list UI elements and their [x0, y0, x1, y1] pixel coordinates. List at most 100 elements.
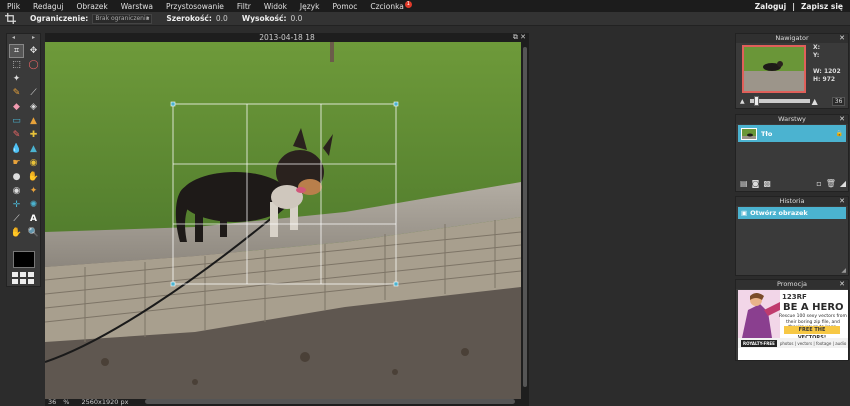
foreground-color-swatch[interactable] — [13, 251, 35, 268]
navigator-title-text: Nawigator — [775, 34, 809, 42]
constraint-select[interactable]: Brak ograniczenia ▾ — [92, 13, 153, 24]
move-tool-icon[interactable]: ✥ — [27, 45, 40, 57]
close-icon[interactable]: ✕ — [839, 197, 845, 205]
zoom-slider[interactable] — [749, 96, 810, 106]
dodge-tool-icon[interactable]: ● — [10, 171, 23, 183]
layer-style-icon[interactable]: ▩ — [763, 179, 771, 188]
zoom-tool-icon[interactable]: 🔍 — [27, 227, 40, 239]
lasso-tool-icon[interactable]: ◯ — [27, 59, 40, 71]
empty-slot — [27, 73, 40, 85]
stamp-tool-icon[interactable]: ▲ — [27, 115, 40, 127]
tool-options-bar: Ograniczenie: Brak ograniczenia ▾ Szeroko… — [0, 12, 850, 26]
image-canvas[interactable] — [45, 42, 521, 399]
spot-heal-icon[interactable]: ✦ — [27, 185, 40, 197]
width-readout-label: W: — [813, 68, 822, 75]
trash-icon[interactable]: 🗑 — [826, 179, 836, 188]
constraint-label: Ograniczenie: — [30, 14, 89, 23]
navigator-zoom-input[interactable]: 36 — [831, 96, 846, 106]
menu-view[interactable]: Widok — [257, 2, 293, 11]
burn-tool-icon[interactable]: ✋ — [27, 171, 40, 183]
width-label: Szerokość: — [166, 14, 212, 23]
layer-settings-icon[interactable]: ▤ — [740, 179, 748, 188]
layers-title: Warstwy ✕ — [736, 115, 848, 124]
restore-icon[interactable]: ⧉ — [513, 33, 518, 41]
bucket-tool-icon[interactable]: ◈ — [27, 101, 40, 113]
ad-cta-button[interactable]: FREE THE VECTORS! — [784, 326, 840, 341]
promo-panel: Promocja ✕ 123RF BE A HERO Rescue 100 sex… — [735, 279, 849, 361]
layer-item[interactable]: Tło 🔒 — [738, 125, 846, 142]
menu-image[interactable]: Obrazek — [70, 2, 114, 11]
arrow-right-icon[interactable]: ▸ — [32, 34, 35, 43]
document-title: 2013-04-18 18 — [259, 33, 315, 42]
smudge-tool-icon[interactable]: ☛ — [10, 157, 23, 169]
menu-layer[interactable]: Warstwa — [114, 2, 159, 11]
menu-file[interactable]: Plik — [0, 2, 26, 11]
menu-filter[interactable]: Filtr — [230, 2, 257, 11]
gradient-tool-icon[interactable]: ▭ — [10, 115, 23, 127]
crop-icon — [5, 13, 16, 24]
layer-mask-icon[interactable]: ◙ — [752, 179, 760, 188]
crop-tool-icon[interactable]: ⌗ — [9, 44, 24, 58]
close-icon[interactable]: ✕ — [839, 115, 845, 123]
menu-help[interactable]: Pomoc — [325, 2, 363, 11]
close-icon[interactable]: ✕ — [839, 34, 845, 42]
login-link[interactable]: Zaloguj — [752, 2, 790, 11]
brush-tool-icon[interactable]: ⟋ — [27, 87, 40, 99]
menu-adjustments[interactable]: Przystosowanie — [159, 2, 230, 11]
zoom-value[interactable]: 36 — [48, 398, 56, 406]
navigator-thumbnail[interactable] — [742, 45, 806, 93]
menu-font-label: Czcionka — [370, 1, 404, 11]
height-field[interactable]: 0.0 — [290, 14, 302, 23]
heal-tool-icon[interactable]: ✚ — [27, 129, 40, 141]
resize-icon[interactable]: ◢ — [841, 267, 846, 274]
layer-name: Tło — [761, 129, 773, 138]
text-tool-icon[interactable]: A — [27, 213, 40, 225]
width-field[interactable]: 0.0 — [216, 14, 228, 23]
ad-logo: 123RF — [782, 293, 807, 301]
zoom-in-icon[interactable]: ▲ — [812, 97, 818, 106]
navigator-title: Nawigator ✕ — [736, 34, 848, 43]
arrow-left-icon[interactable]: ◂ — [12, 34, 15, 43]
signup-link[interactable]: Zapisz się — [798, 2, 846, 11]
navigator-info: X: Y: W: 1202 H: 972 — [813, 44, 841, 84]
horizontal-scrollbar[interactable] — [145, 399, 515, 404]
promo-title: Promocja ✕ — [736, 280, 848, 289]
vertical-scrollbar[interactable] — [523, 47, 527, 387]
hand-tool-icon[interactable]: ✋ — [10, 227, 23, 239]
menu-edit[interactable]: Redaguj — [26, 2, 69, 11]
history-item[interactable]: ▣ Otwórz obrazek — [738, 207, 846, 219]
menu-language[interactable]: Język — [293, 2, 326, 11]
toolbox-header[interactable]: ◂ ▸ — [7, 34, 40, 43]
document-window: 2013-04-18 18 ⧉ ✕ 36 % 2560x1920 px — [45, 33, 529, 406]
lock-icon[interactable]: 🔒 — [836, 130, 843, 137]
marquee-tool-icon[interactable]: ⬚ — [10, 59, 23, 71]
blur-tool-icon[interactable]: 💧 — [10, 143, 23, 155]
grid-icon[interactable] — [12, 272, 36, 285]
sponge-tool-icon[interactable]: ◉ — [27, 157, 40, 169]
menu-font[interactable]: Czcionka 1 — [363, 0, 412, 11]
resize-icon[interactable]: ◢ — [840, 179, 846, 188]
width-readout: 1202 — [823, 68, 841, 75]
toolbox: ◂ ▸ ⌗ ✥ ⬚ ◯ ✦ ✎ ⟋ ◆ ◈ ▭ ▲ ✎ ✚ 💧 ▲ ☛ ◉ ● ✋… — [6, 33, 41, 287]
navigator-zoom-control: ▲ ▲ 36 — [740, 96, 846, 106]
close-icon[interactable]: ✕ — [839, 280, 845, 288]
color-replace-icon[interactable]: ✎ — [10, 129, 23, 141]
menu-bar: Plik Redaguj Obrazek Warstwa Przystosowa… — [0, 0, 850, 12]
eraser-tool-icon[interactable]: ◆ — [10, 101, 23, 113]
pinch-tool-icon[interactable]: ✺ — [27, 199, 40, 211]
bloat-tool-icon[interactable]: ✛ — [10, 199, 23, 211]
picker-tool-icon[interactable]: ⟋ — [10, 213, 23, 225]
sharpen-tool-icon[interactable]: ▲ — [27, 143, 40, 155]
new-layer-icon[interactable]: ▫ — [816, 179, 821, 188]
zoom-slider-handle[interactable] — [753, 96, 759, 106]
ad-headline: BE A HERO — [783, 302, 844, 313]
magic-wand-icon[interactable]: ✦ — [10, 73, 23, 85]
redeye-tool-icon[interactable]: ◉ — [10, 185, 23, 197]
height-label: Wysokość: — [241, 14, 287, 23]
promo-ad[interactable]: 123RF BE A HERO Rescue 100 sexy vectors … — [738, 290, 848, 360]
pencil-tool-icon[interactable]: ✎ — [10, 87, 23, 99]
zoom-out-icon[interactable]: ▲ — [740, 98, 745, 105]
navigator-panel: Nawigator ✕ X: Y: W: 1202 H: 972 ▲ ▲ 36 — [735, 33, 849, 109]
window-controls: ⧉ ✕ — [513, 33, 526, 42]
close-icon[interactable]: ✕ — [520, 33, 526, 41]
